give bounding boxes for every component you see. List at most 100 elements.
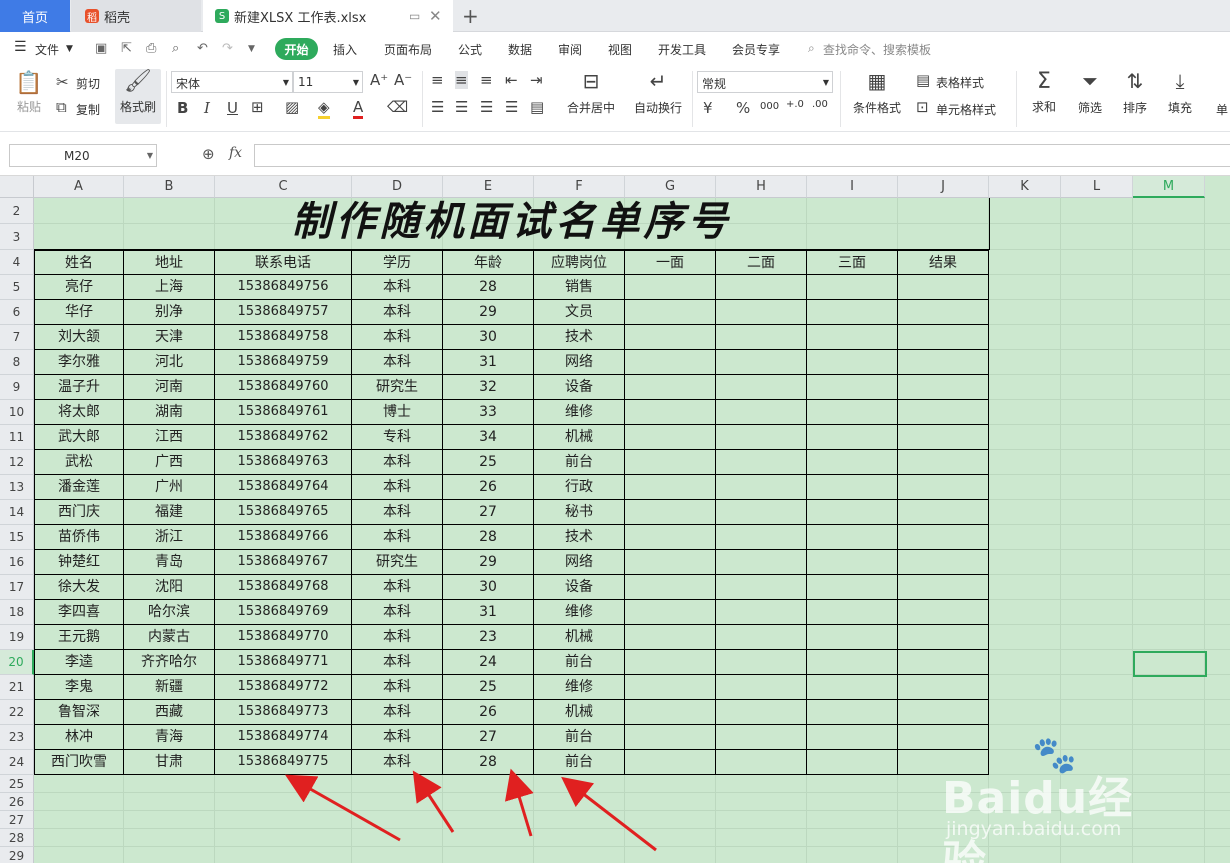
menu-developer[interactable]: 开发工具 (658, 41, 706, 58)
fx-icon[interactable]: fx (229, 145, 242, 161)
font-grow-icon[interactable]: A⁺ (370, 71, 388, 89)
chevron-down-icon[interactable]: ▼ (66, 44, 73, 54)
undo-icon[interactable]: ↶ (197, 41, 208, 56)
fill-color-icon[interactable]: ◈ (318, 98, 330, 119)
format-painter-button[interactable]: 🖌 格式刷 (115, 69, 161, 124)
sort-label: 排序 (1122, 101, 1147, 115)
menu-insert[interactable]: 插入 (333, 41, 357, 58)
tab-bar: 首页 稻 稻壳 S 新建XLSX 工作表.xlsx ▭ ✕ + (0, 0, 1230, 32)
wrap-text-label: 自动换行 (633, 101, 682, 115)
menu-bar: ☰ 文件 ▼ ▣ ⇱ ⎙ ⌕ ↶ ↷ ▼ 开始 插入 页面布局 公式 数据 审阅… (0, 33, 1230, 65)
clear-format-icon[interactable]: ⌫ (387, 98, 408, 116)
menu-member[interactable]: 会员专享 (732, 41, 780, 58)
sort-icon: ⇅ (1126, 69, 1144, 93)
chevron-down-icon: ▼ (146, 151, 153, 160)
wrap-text-button[interactable]: ↵ 自动换行 (628, 69, 688, 116)
table-style-button[interactable]: 表格样式 (936, 74, 984, 91)
table-style-icon: ▤ (916, 71, 931, 89)
hamburger-icon[interactable]: ☰ (14, 39, 27, 55)
align-middle-icon[interactable]: ≡ (455, 71, 468, 89)
docer-icon: 稻 (85, 9, 99, 24)
menu-data[interactable]: 数据 (508, 41, 532, 58)
bold-icon[interactable]: B (177, 99, 188, 117)
menu-review[interactable]: 审阅 (558, 41, 582, 58)
conditional-format-button[interactable]: ▦ 条件格式 (846, 69, 908, 116)
menu-view[interactable]: 视图 (608, 41, 632, 58)
tab-docer[interactable]: 稻 稻壳 (71, 0, 201, 32)
fill-button[interactable]: ⤓ 填充 (1160, 69, 1200, 116)
cell-fill-pattern-icon[interactable]: ▨ (285, 98, 299, 116)
indent-decrease-icon[interactable]: ⇤ (505, 71, 518, 89)
separator (692, 71, 693, 127)
align-top-icon[interactable]: ≡ (431, 71, 444, 89)
tab-home-label: 首页 (21, 10, 48, 26)
customize-icon[interactable]: ▼ (248, 44, 255, 54)
fill-down-icon: ⤓ (1175, 69, 1185, 93)
save-icon[interactable]: ▣ (95, 41, 107, 56)
distributed-icon[interactable]: ▤ (530, 98, 544, 116)
thousands-icon[interactable]: 000 (760, 101, 779, 112)
align-right-icon[interactable]: ☰ (480, 98, 493, 116)
pin-icon[interactable]: ▭ (409, 9, 420, 23)
search-icon: ⌕ (808, 41, 815, 55)
filter-button[interactable]: ⏷ 筛选 (1070, 69, 1110, 116)
font-color-icon[interactable]: A (353, 98, 364, 119)
merge-icon: ⊟ (582, 69, 600, 93)
print-icon[interactable]: ⎙ (146, 41, 156, 56)
decrease-decimal-icon[interactable]: .00 (812, 99, 828, 110)
italic-icon[interactable]: I (204, 99, 210, 117)
tab-docer-label: 稻壳 (104, 10, 131, 26)
more-ribbon-button[interactable]: 单 (1216, 101, 1228, 118)
chevron-down-icon: ▼ (822, 78, 829, 87)
wrap-icon: ↵ (649, 69, 667, 93)
sort-button[interactable]: ⇅ 排序 (1115, 69, 1155, 116)
redo-icon[interactable]: ↷ (222, 41, 233, 56)
annotation-arrows (284, 768, 657, 852)
menu-file[interactable]: 文件 (35, 41, 59, 58)
font-size-select[interactable]: 11 ▼ (293, 71, 363, 93)
separator (422, 71, 423, 127)
export-icon[interactable]: ⇱ (121, 41, 132, 56)
tab-home[interactable]: 首页 (0, 0, 70, 32)
paste-button[interactable]: 📋 粘贴 (12, 71, 46, 115)
percent-icon[interactable]: % (736, 99, 750, 117)
arrow-education (412, 770, 455, 833)
sum-button[interactable]: Σ 求和 (1026, 69, 1062, 115)
cond-format-label: 条件格式 (852, 101, 901, 115)
name-box[interactable]: M20 ▼ (9, 144, 157, 167)
underline-icon[interactable]: U (227, 99, 238, 117)
brush-icon: 🖌 (124, 69, 152, 94)
increase-decimal-icon[interactable]: +.0 (786, 99, 804, 110)
menu-start[interactable]: 开始 (275, 38, 318, 60)
align-center-icon[interactable]: ☰ (455, 98, 468, 116)
menu-page-layout[interactable]: 页面布局 (384, 41, 432, 58)
indent-increase-icon[interactable]: ⇥ (530, 71, 543, 89)
menu-formula[interactable]: 公式 (458, 41, 482, 58)
number-format-select[interactable]: 常规 ▼ (697, 71, 833, 93)
merge-center-button[interactable]: ⊟ 合并居中 (560, 69, 622, 116)
border-icon[interactable]: ⊞ (251, 98, 264, 116)
add-tab-button[interactable]: + (462, 4, 479, 28)
worksheet-grid[interactable]: ABCDEFGHIJKLM 2 3 4 5 6 7 8 9 10 11 12 13 14 15 16 17 18… (0, 176, 1230, 863)
copy-button[interactable]: 复制 (76, 101, 100, 118)
separator (840, 71, 841, 127)
close-tab-icon[interactable]: ✕ (429, 7, 442, 25)
cut-button[interactable]: 剪切 (76, 75, 100, 92)
command-search[interactable]: 查找命令、搜索模板 (823, 41, 931, 58)
formula-input[interactable] (254, 144, 1230, 167)
justify-icon[interactable]: ☰ (505, 98, 518, 116)
zoom-icon[interactable]: ⊕ (202, 145, 215, 163)
paste-icon: 📋 (15, 71, 43, 96)
currency-icon[interactable]: ¥ (703, 99, 713, 117)
cell-style-icon: ⊡ (916, 98, 929, 116)
tab-spreadsheet-file[interactable]: S 新建XLSX 工作表.xlsx ▭ ✕ (203, 0, 453, 32)
align-bottom-icon[interactable]: ≡ (480, 71, 493, 89)
arrow-phone (284, 774, 401, 842)
align-left-icon[interactable]: ☰ (431, 98, 444, 116)
font-shrink-icon[interactable]: A⁻ (394, 71, 412, 89)
print-preview-icon[interactable]: ⌕ (172, 41, 179, 56)
font-name-select[interactable]: 宋体 ▼ (171, 71, 293, 93)
cell-style-button[interactable]: 单元格样式 (936, 101, 996, 118)
scissors-icon: ✂ (56, 73, 69, 91)
arrow-age (504, 768, 534, 837)
